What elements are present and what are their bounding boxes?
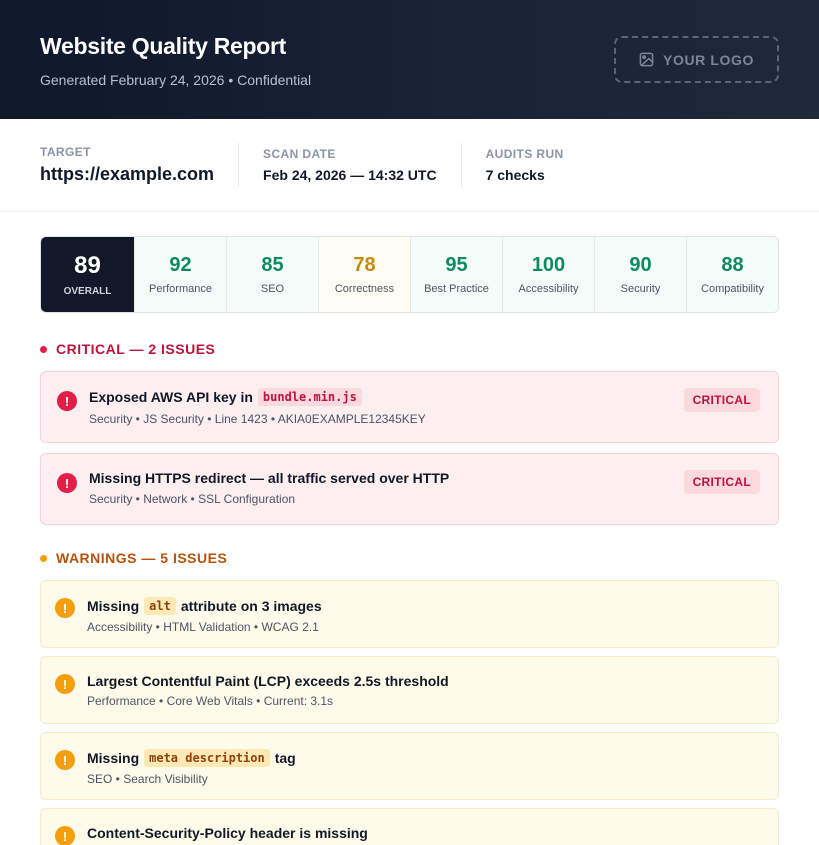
score-summary: 89 OVERALL 92 Performance 85 SEO 78 Corr… xyxy=(40,236,779,313)
score-performance: 92 Performance xyxy=(134,237,226,312)
warning-dot-icon xyxy=(40,554,47,562)
critical-dot-icon xyxy=(40,345,47,353)
issue-meta: Performance • Core Web Vitals • Current:… xyxy=(87,694,334,708)
meta-label: TARGET xyxy=(40,145,91,159)
score-seo: 85 SEO xyxy=(226,237,318,312)
meta-audits-run: AUDITS RUN 7 checks xyxy=(460,143,588,187)
issue-title-text: Content-Security-Policy header is missin… xyxy=(87,825,368,841)
issue-meta: SEO • Search Visibility xyxy=(87,772,208,786)
image-icon xyxy=(639,52,654,67)
score-correctness: 78 Correctness xyxy=(318,237,410,312)
issue-card-warning[interactable]: ! Largest Contentful Paint (LCP) exceeds… xyxy=(40,656,779,724)
score-value: 89 xyxy=(74,252,101,279)
issue-title-text: Exposed AWS API key in xyxy=(89,389,253,405)
score-label: Compatibility xyxy=(701,283,764,295)
issue-code: meta description xyxy=(144,749,270,767)
meta-label: SCAN DATE xyxy=(263,147,336,161)
issue-title-text: Largest Contentful Paint (LCP) exceeds 2… xyxy=(87,673,449,689)
issue-title: Largest Contentful Paint (LCP) exceeds 2… xyxy=(87,673,758,689)
meta-label: AUDITS RUN xyxy=(485,147,564,161)
score-value: 88 xyxy=(721,254,744,276)
issue-title-text: Missing xyxy=(87,598,140,614)
score-label: Performance xyxy=(149,283,212,295)
score-best-practice: 95 Best Practice xyxy=(410,237,502,312)
issue-title: Missing alt attribute on 3 images xyxy=(87,597,758,615)
issue-title-text: attribute on 3 images xyxy=(180,598,322,614)
audits-run-value: 7 checks xyxy=(485,167,545,183)
issue-code: bundle.min.js xyxy=(257,388,362,406)
issue-title-text: tag xyxy=(274,750,296,766)
scan-date-value: Feb 24, 2026 — 14:32 UTC xyxy=(263,167,437,183)
score-compatibility: 88 Compatibility xyxy=(686,237,778,312)
score-label: Accessibility xyxy=(518,283,579,295)
alert-circle-icon: ! xyxy=(57,473,77,493)
score-label: Correctness xyxy=(334,283,395,295)
warning-triangle-icon: ! xyxy=(55,826,75,845)
score-label: SEO xyxy=(260,283,285,295)
issue-title: Missing meta description tag xyxy=(87,749,758,767)
issue-card-critical[interactable]: ! Missing HTTPS redirect — all traffic s… xyxy=(40,453,779,525)
severity-badge: CRITICAL xyxy=(683,470,760,494)
score-accessibility: 100 Accessibility xyxy=(502,237,594,312)
logo-label: YOUR LOGO xyxy=(663,51,754,68)
meta-target: TARGET https://example.com xyxy=(40,145,238,185)
score-value: 90 xyxy=(629,254,652,276)
target-url: https://example.com xyxy=(40,164,215,184)
alert-circle-icon: ! xyxy=(57,391,77,411)
score-value: 78 xyxy=(353,254,376,276)
issue-code: alt xyxy=(144,597,176,615)
issue-title: Exposed AWS API key in bundle.min.js xyxy=(89,388,758,406)
critical-heading-text: CRITICAL — 2 ISSUES xyxy=(56,341,216,357)
score-value: 95 xyxy=(445,254,468,276)
score-security: 90 Security xyxy=(594,237,686,312)
score-label: OVERALL xyxy=(63,286,112,297)
issue-card-warning[interactable]: ! Missing alt attribute on 3 images Acce… xyxy=(40,580,779,648)
issue-title: Missing HTTPS redirect — all traffic ser… xyxy=(89,470,758,486)
report-header: Website Quality Report Generated Februar… xyxy=(0,0,819,119)
severity-badge: CRITICAL xyxy=(683,388,760,412)
issue-meta: Security • Network • SSL Configuration xyxy=(89,492,296,506)
warnings-heading-text: WARNINGS — 5 ISSUES xyxy=(56,550,228,566)
critical-section-heading: CRITICAL — 2 ISSUES xyxy=(40,341,779,357)
scan-meta: TARGET https://example.com SCAN DATE Feb… xyxy=(0,119,819,212)
score-value: 100 xyxy=(531,254,566,276)
issue-card-warning[interactable]: ! Missing meta description tag SEO • Sea… xyxy=(40,732,779,800)
warning-triangle-icon: ! xyxy=(55,598,75,618)
warning-triangle-icon: ! xyxy=(55,750,75,770)
issue-title: Content-Security-Policy header is missin… xyxy=(87,825,758,841)
issue-card-critical[interactable]: ! Exposed AWS API key in bundle.min.js S… xyxy=(40,371,779,443)
issue-title-text: Missing HTTPS redirect — all traffic ser… xyxy=(89,470,450,486)
score-label: Security xyxy=(620,283,661,295)
score-value: 92 xyxy=(169,254,192,276)
issue-title-text: Missing xyxy=(87,750,140,766)
meta-scan-date: SCAN DATE Feb 24, 2026 — 14:32 UTC xyxy=(238,143,461,187)
warnings-section-heading: WARNINGS — 5 ISSUES xyxy=(40,550,779,566)
warning-triangle-icon: ! xyxy=(55,674,75,694)
score-overall: 89 OVERALL xyxy=(41,237,134,312)
logo-placeholder[interactable]: YOUR LOGO xyxy=(614,36,779,83)
issue-card-warning[interactable]: ! Content-Security-Policy header is miss… xyxy=(40,808,779,845)
score-label: Best Practice xyxy=(424,283,489,295)
score-value: 85 xyxy=(261,254,284,276)
issue-meta: Security • JS Security • Line 1423 • AKI… xyxy=(89,412,426,426)
issue-meta: Accessibility • HTML Validation • WCAG 2… xyxy=(87,620,319,634)
